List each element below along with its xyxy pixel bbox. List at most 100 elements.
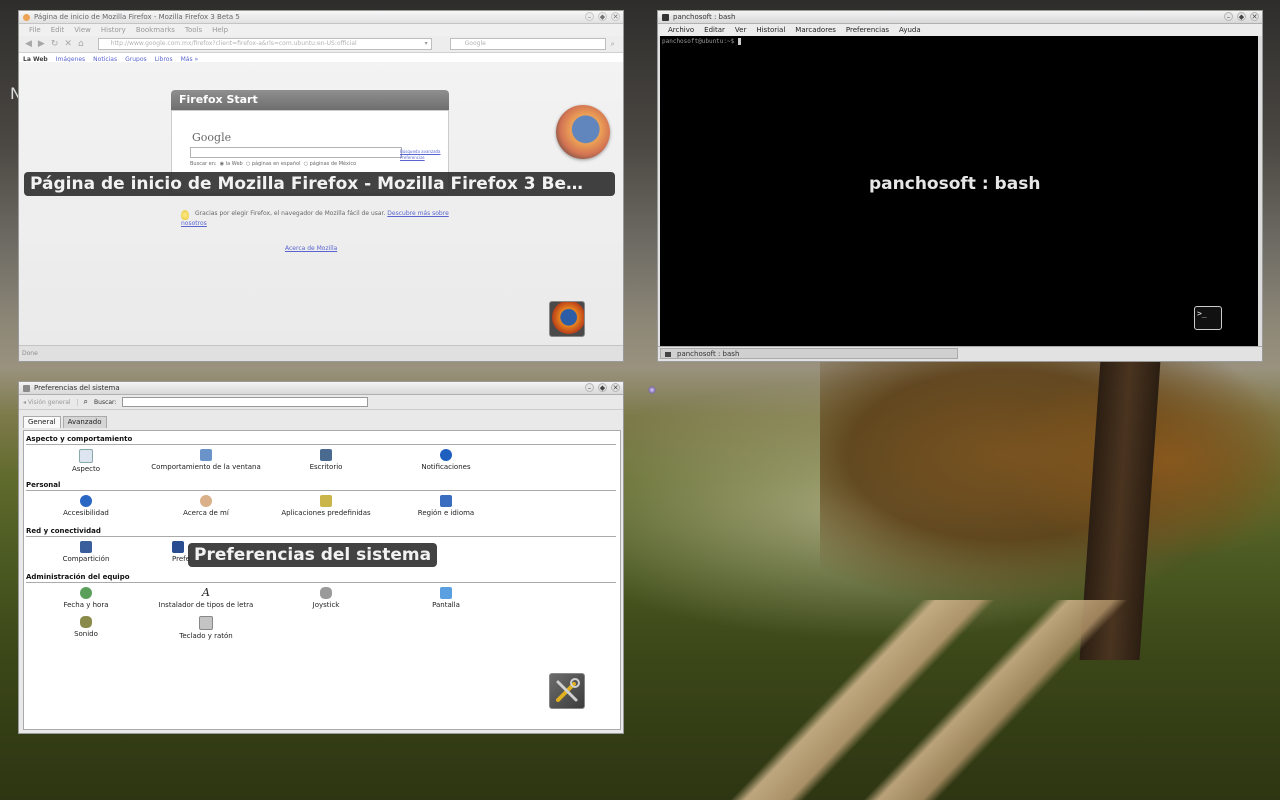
section-divider bbox=[26, 444, 616, 445]
pref-label: Joystick bbox=[312, 601, 340, 609]
menu-history[interactable]: History bbox=[101, 26, 126, 34]
prefs-content-area: Aspecto y comportamiento Aspecto Comport… bbox=[23, 430, 621, 730]
pref-label: Acerca de mí bbox=[183, 509, 229, 517]
accessibility-icon bbox=[80, 495, 92, 507]
url-dropdown-icon[interactable]: ▾ bbox=[425, 39, 428, 49]
preferences-tools-icon[interactable] bbox=[549, 673, 585, 709]
maximize-icon[interactable]: ◆ bbox=[598, 12, 607, 21]
menu-ver[interactable]: Ver bbox=[735, 26, 746, 34]
menu-archivo[interactable]: Archivo bbox=[668, 26, 694, 34]
radio-unselected-icon[interactable]: ○ bbox=[304, 161, 308, 167]
region-language-icon bbox=[440, 495, 452, 507]
about-mozilla-link[interactable]: Acerca de Mozilla bbox=[285, 245, 337, 252]
back-arrow-icon[interactable]: ◀ bbox=[25, 39, 32, 49]
firefox-overlay-text: Página de inicio de Mozilla Firefox - Mo… bbox=[30, 174, 584, 194]
pref-item[interactable]: Fecha y hora bbox=[26, 587, 146, 609]
close-icon[interactable]: ✕ bbox=[1250, 12, 1259, 21]
firefox-titlebar[interactable]: Página de inicio de Mozilla Firefox - Mo… bbox=[19, 11, 623, 24]
google-search-input[interactable] bbox=[190, 147, 402, 158]
pref-item[interactable]: A Instalador de tipos de letra bbox=[146, 587, 266, 610]
menu-tools[interactable]: Tools bbox=[185, 26, 202, 34]
about-me-icon bbox=[200, 495, 212, 507]
minimize-icon[interactable]: – bbox=[585, 12, 594, 21]
prefs-toolbar: ◂ Visión general ⌕ Buscar: bbox=[19, 395, 623, 410]
search-icon[interactable]: ⌕ bbox=[611, 39, 615, 49]
section-divider bbox=[26, 582, 616, 583]
firefox-window-title: Página de inicio de Mozilla Firefox - Mo… bbox=[34, 13, 240, 21]
joystick-icon bbox=[320, 587, 332, 599]
pref-item[interactable]: Joystick bbox=[266, 587, 386, 609]
menu-historial[interactable]: Historial bbox=[756, 26, 785, 34]
prefs-titlebar[interactable]: Preferencias del sistema – ◆ ✕ bbox=[19, 382, 623, 395]
menu-file[interactable]: File bbox=[29, 26, 41, 34]
notifications-icon bbox=[440, 449, 452, 461]
menu-editar[interactable]: Editar bbox=[704, 26, 725, 34]
firefox-page-content: Firefox Start Google Búsqueda avanzada P… bbox=[19, 62, 623, 346]
tools-icon bbox=[556, 678, 580, 702]
terminal-small-icon bbox=[662, 13, 669, 21]
pref-item[interactable]: Acerca de mí bbox=[146, 495, 266, 517]
tab-general[interactable]: General bbox=[23, 416, 61, 428]
cursor-glow-icon bbox=[648, 386, 656, 394]
menu-view[interactable]: View bbox=[74, 26, 91, 34]
minimize-icon[interactable]: – bbox=[1224, 12, 1233, 21]
terminal-tab-bar: panchosoft : bash bbox=[658, 346, 1262, 361]
prefs-window-label: Preferencias del sistema bbox=[188, 543, 438, 567]
keyboard-mouse-icon bbox=[199, 616, 213, 630]
pref-item[interactable]: Accesibilidad bbox=[26, 495, 146, 517]
pref-item[interactable]: Aplicaciones predefinidas bbox=[266, 495, 386, 517]
maximize-icon[interactable]: ◆ bbox=[1237, 12, 1246, 21]
pref-item[interactable]: Sonido bbox=[26, 616, 146, 638]
terminal-window-title: panchosoft : bash bbox=[673, 13, 736, 21]
pref-item[interactable]: Teclado y ratón bbox=[146, 616, 266, 640]
close-icon[interactable]: ✕ bbox=[611, 383, 620, 392]
google-advanced-links[interactable]: Búsqueda avanzada Preferencias bbox=[400, 149, 450, 161]
terminal-app-icon[interactable]: >_ bbox=[1194, 306, 1222, 330]
radio-selected-icon[interactable]: ◉ bbox=[220, 161, 224, 167]
terminal-tab[interactable]: panchosoft : bash bbox=[660, 348, 958, 359]
terminal-scrollbar[interactable] bbox=[1258, 36, 1262, 347]
reload-icon[interactable]: ↻ bbox=[51, 39, 59, 49]
menu-marcadores[interactable]: Marcadores bbox=[795, 26, 836, 34]
url-bar[interactable]: http://www.google.com.mx/firefox?client=… bbox=[97, 38, 432, 50]
pref-item[interactable]: Pantalla bbox=[386, 587, 506, 609]
google-search-scope: Buscar en: ◉ la Web ○ páginas en español… bbox=[190, 161, 356, 167]
maximize-icon[interactable]: ◆ bbox=[598, 383, 607, 392]
section-title: Personal bbox=[26, 481, 61, 489]
pref-label: Instalador de tipos de letra bbox=[158, 601, 254, 609]
sharing-icon bbox=[80, 541, 92, 553]
menu-preferencias[interactable]: Preferencias bbox=[846, 26, 889, 34]
pref-label: Fecha y hora bbox=[63, 601, 109, 609]
web-search-input[interactable]: Google ⌕ bbox=[449, 38, 615, 50]
pref-item[interactable]: Compartición bbox=[26, 541, 146, 563]
url-text: http://www.google.com.mx/firefox?client=… bbox=[110, 40, 357, 47]
firefox-app-icon[interactable] bbox=[549, 301, 585, 337]
firefox-small-icon bbox=[23, 13, 30, 21]
home-icon[interactable]: ⌂ bbox=[78, 39, 84, 49]
minimize-icon[interactable]: – bbox=[585, 383, 594, 392]
menu-help[interactable]: Help bbox=[212, 26, 228, 34]
firefox-menubar: File Edit View History Bookmarks Tools H… bbox=[19, 24, 623, 36]
pref-label: Accesibilidad bbox=[63, 509, 109, 517]
pref-item[interactable]: Notificaciones bbox=[386, 449, 506, 471]
pref-item[interactable]: Aspecto bbox=[26, 449, 146, 473]
overview-button[interactable]: ◂ Visión general bbox=[23, 398, 78, 406]
terminal-titlebar[interactable]: panchosoft : bash – ◆ ✕ bbox=[658, 11, 1262, 24]
close-icon[interactable]: ✕ bbox=[611, 12, 620, 21]
menu-edit[interactable]: Edit bbox=[51, 26, 65, 34]
menu-ayuda[interactable]: Ayuda bbox=[899, 26, 921, 34]
pref-item[interactable]: Escritorio bbox=[266, 449, 386, 471]
prefs-search-input[interactable] bbox=[122, 397, 369, 407]
network-icon bbox=[172, 541, 184, 553]
pref-label: Notificaciones bbox=[421, 463, 471, 471]
pref-label: Teclado y ratón bbox=[179, 632, 233, 640]
pref-item[interactable]: Región e idioma bbox=[386, 495, 506, 517]
pref-label: Compartición bbox=[62, 555, 110, 563]
pref-item[interactable]: Comportamiento de la ventana bbox=[146, 449, 266, 471]
radio-unselected-icon[interactable]: ○ bbox=[246, 161, 250, 167]
menu-bookmarks[interactable]: Bookmarks bbox=[136, 26, 175, 34]
forward-arrow-icon[interactable]: ▶ bbox=[38, 39, 45, 49]
tab-advanced[interactable]: Avanzado bbox=[62, 416, 107, 428]
stop-icon[interactable]: ✕ bbox=[64, 39, 72, 49]
search-engine-placeholder: Google bbox=[464, 40, 486, 47]
